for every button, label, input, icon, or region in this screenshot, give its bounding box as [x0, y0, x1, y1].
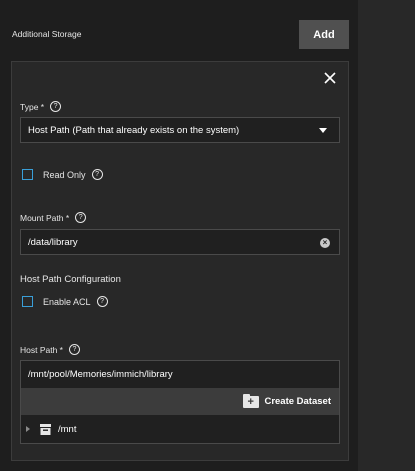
create-folder-icon: +	[243, 393, 260, 408]
enable-acl-row: Enable ACL ?	[22, 296, 108, 307]
read-only-checkbox[interactable]	[22, 169, 33, 180]
enable-acl-checkbox[interactable]	[22, 296, 33, 307]
read-only-label: Read Only	[43, 169, 86, 180]
type-label: Type * ?	[20, 101, 62, 112]
host-path-section-title: Host Path Configuration	[20, 274, 121, 285]
enable-acl-label: Enable ACL	[43, 296, 91, 307]
create-dataset-button[interactable]: + Create Dataset	[243, 393, 331, 408]
help-icon[interactable]: ?	[96, 296, 108, 307]
mount-path-input[interactable]: /data/library ×	[20, 229, 340, 255]
side-panel-edge	[358, 0, 415, 471]
explorer-toolbar: + Create Dataset	[21, 388, 339, 415]
clear-icon[interactable]: ×	[320, 238, 330, 248]
add-button[interactable]: Add	[299, 20, 349, 49]
help-icon[interactable]: ?	[75, 212, 87, 223]
host-path-explorer: /mnt/pool/Memories/immich/library + Crea…	[20, 360, 340, 444]
chevron-down-icon	[319, 128, 327, 133]
host-path-label: Host Path * ?	[20, 344, 80, 355]
type-select[interactable]: Host Path (Path that already exists on t…	[20, 117, 340, 143]
section-title: Additional Storage	[12, 29, 82, 39]
tree-node-mnt[interactable]: /mnt	[21, 415, 339, 443]
help-icon[interactable]: ?	[50, 101, 62, 112]
mount-path-label: Mount Path * ?	[20, 212, 87, 223]
drive-icon	[40, 423, 51, 435]
host-path-input[interactable]: /mnt/pool/Memories/immich/library	[21, 361, 339, 388]
expand-arrow-icon[interactable]	[26, 426, 30, 432]
read-only-row: Read Only ?	[22, 169, 103, 180]
help-icon[interactable]: ?	[69, 344, 80, 355]
storage-item-card: Type * ? Host Path (Path that already ex…	[11, 61, 349, 461]
close-icon[interactable]	[322, 70, 338, 86]
help-icon[interactable]: ?	[91, 169, 103, 180]
